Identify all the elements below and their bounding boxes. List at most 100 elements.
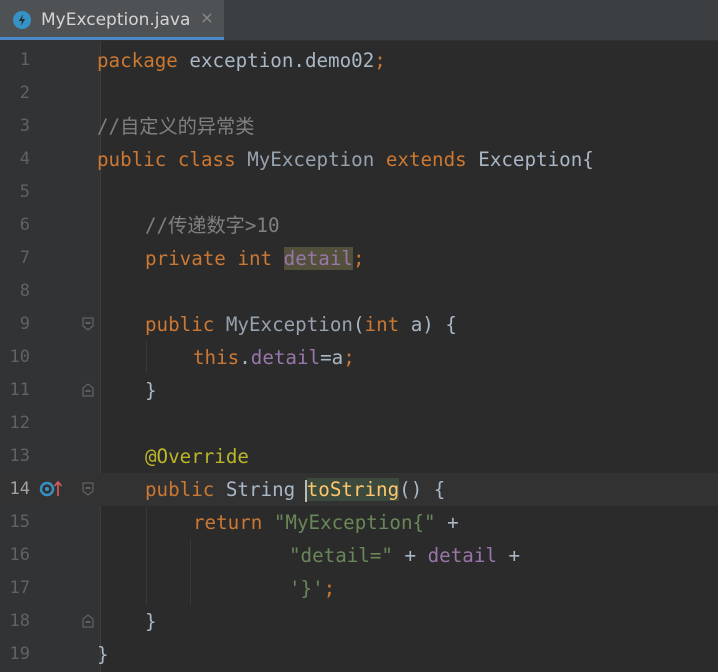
line-number: 8 <box>19 281 30 301</box>
comment: //自定义的异常类 <box>97 115 255 138</box>
line-number: 12 <box>9 413 30 433</box>
editor-tab-bar: MyException.java × <box>0 0 718 41</box>
line-number: 4 <box>19 149 30 169</box>
code-line: 12 <box>0 407 718 440</box>
params: a) { <box>399 313 457 336</box>
implements-arrow-icon[interactable] <box>53 480 63 498</box>
code-line: 17 '}'; <box>0 572 718 605</box>
code-line: 5 <box>0 176 718 209</box>
code-text: //自定义的异常类 <box>97 110 254 143</box>
editor-window: MyException.java × 1 package exception.d… <box>0 0 718 672</box>
line-number: 6 <box>19 215 30 235</box>
fold-end-icon[interactable] <box>82 383 94 397</box>
line-number: 3 <box>19 116 30 136</box>
keyword: this <box>193 346 240 369</box>
line-number: 1 <box>19 50 30 70</box>
code-line: 15 return "MyException{" + <box>0 506 718 539</box>
code-line: 6 //传递数字>10 <box>0 209 718 242</box>
line-number: 16 <box>9 545 30 565</box>
keyword: private <box>145 247 226 270</box>
annotation: @Override <box>145 445 249 468</box>
code-line: 4 public class MyException extends Excep… <box>0 143 718 176</box>
return-type: String <box>214 478 307 501</box>
field-name: detail <box>427 544 497 567</box>
operator: + <box>496 544 521 567</box>
class-name: MyException <box>247 148 375 171</box>
semicolon: ; <box>374 49 386 72</box>
operator: + <box>392 544 428 567</box>
line-number: 2 <box>19 83 30 103</box>
indent-guide <box>146 341 147 374</box>
keyword: extends <box>385 148 467 171</box>
field-name: detail <box>283 247 353 270</box>
comment: //传递数字>10 <box>145 214 280 237</box>
char-literal: '}' <box>289 577 324 600</box>
code-line: 19 } <box>0 638 718 671</box>
line-number: 9 <box>19 314 30 334</box>
keyword: return <box>193 511 263 534</box>
code-text: } <box>145 379 157 402</box>
constructor-name: MyException <box>225 313 353 336</box>
line-number: 5 <box>19 182 30 202</box>
code-line: 2 <box>0 77 718 110</box>
code-text: private int detail; <box>145 242 365 275</box>
code-text: this.detail=a; <box>193 341 355 374</box>
code-line: 3 //自定义的异常类 <box>0 110 718 143</box>
code-text: public String toString() { <box>145 473 445 506</box>
keyword: public <box>145 313 215 336</box>
code-line: 11 } <box>0 374 718 407</box>
semicolon: ; <box>352 247 365 270</box>
semicolon: ; <box>323 577 336 600</box>
params: () { <box>399 478 446 501</box>
fold-collapse-icon[interactable] <box>82 317 94 331</box>
keyword: package <box>97 49 178 72</box>
paren: ( <box>352 313 365 336</box>
keyword: class <box>177 148 236 171</box>
line-number: 7 <box>19 248 30 268</box>
code-line: 7 private int detail; <box>0 242 718 275</box>
code-text: "detail=" + detail + <box>289 539 520 572</box>
package-name: exception.demo02 <box>177 49 375 72</box>
code-text: public class MyException extends Excepti… <box>97 143 594 176</box>
current-code-line: 14 public String toString() { <box>0 473 718 506</box>
code-text: package exception.demo02; <box>97 44 386 77</box>
string-literal: "MyException{" <box>273 511 436 534</box>
code-line: 13 @Override <box>0 440 718 473</box>
code-line: 9 public MyException(int a) { <box>0 308 718 341</box>
line-number: 18 <box>9 611 30 631</box>
indent-guide <box>146 506 147 605</box>
code-line: 8 <box>0 275 718 308</box>
java-class-icon <box>13 11 31 29</box>
code-line: 10 this.detail=a; <box>0 341 718 374</box>
code-text: '}'; <box>289 572 335 605</box>
tab-myexception-java[interactable]: MyException.java × <box>0 0 224 40</box>
code-line: 18 } <box>0 605 718 638</box>
code-text: } <box>97 643 109 666</box>
keyword: int <box>364 313 400 336</box>
line-number: 13 <box>9 446 30 466</box>
keyword: public <box>97 148 167 171</box>
line-number: 15 <box>9 512 30 532</box>
code-text: public MyException(int a) { <box>145 308 457 341</box>
line-number: 19 <box>9 644 30 664</box>
indent-guide <box>190 539 191 605</box>
keyword: int <box>237 247 273 270</box>
method-name: toString <box>306 478 400 501</box>
tab-label: MyException.java <box>41 10 191 30</box>
code-text: @Override <box>145 440 249 473</box>
code-line: 1 package exception.demo02; <box>0 44 718 77</box>
operator: + <box>435 511 459 534</box>
fold-end-icon[interactable] <box>82 614 94 628</box>
brace: { <box>582 148 594 171</box>
assignment: =a <box>320 346 344 369</box>
line-number: 11 <box>9 380 30 400</box>
line-number: 17 <box>9 578 30 598</box>
parent-class: Exception <box>478 148 583 171</box>
close-icon[interactable]: × <box>198 9 216 27</box>
string-literal: "detail=" <box>289 544 393 567</box>
fold-collapse-icon[interactable] <box>82 482 94 496</box>
semicolon: ; <box>343 346 355 369</box>
dot: . <box>239 346 251 369</box>
code-editor[interactable]: 1 package exception.demo02; 2 3 //自定义的异常… <box>0 44 718 672</box>
line-number: 10 <box>9 347 30 367</box>
